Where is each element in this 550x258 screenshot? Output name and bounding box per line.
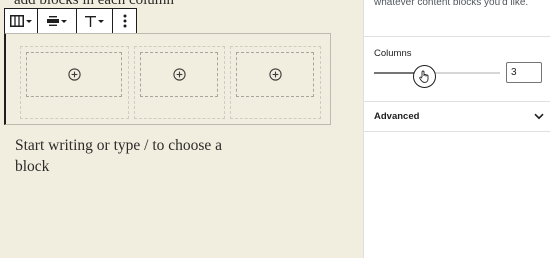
block-type-group bbox=[5, 9, 38, 33]
add-block-icon bbox=[172, 68, 186, 81]
alignment-group bbox=[38, 9, 77, 33]
columns-block[interactable] bbox=[4, 33, 331, 125]
columns-range-track[interactable] bbox=[374, 72, 500, 74]
columns-number-input[interactable] bbox=[506, 62, 542, 83]
chevron-down-icon bbox=[98, 19, 104, 23]
vertical-align-top-icon bbox=[85, 15, 96, 27]
add-block-icon bbox=[67, 68, 81, 81]
columns-range-thumb[interactable] bbox=[413, 65, 436, 88]
column-3-inserter[interactable] bbox=[236, 52, 314, 97]
align-button[interactable] bbox=[47, 9, 67, 33]
more-options-icon bbox=[123, 14, 126, 28]
advanced-label: Advanced bbox=[374, 111, 420, 122]
add-block-icon bbox=[268, 68, 282, 81]
vertical-align-group bbox=[77, 9, 113, 33]
default-block-appender[interactable]: Start writing or type / to choose a bloc… bbox=[15, 135, 230, 177]
divider bbox=[364, 36, 550, 37]
editor-canvas: add blocks in each column Start writing … bbox=[0, 0, 363, 258]
block-description: whatever content blocks you'd like. bbox=[374, 0, 529, 8]
more-options-button[interactable] bbox=[123, 9, 127, 33]
chevron-down-icon bbox=[534, 113, 544, 120]
options-group bbox=[113, 9, 136, 33]
chevron-down-icon bbox=[26, 19, 32, 23]
block-toolbar bbox=[4, 8, 137, 34]
vertical-align-button[interactable] bbox=[85, 9, 104, 33]
columns-label: Columns bbox=[374, 48, 412, 59]
settings-sidebar: whatever content blocks you'd like. Colu… bbox=[363, 0, 550, 258]
chevron-down-icon bbox=[61, 19, 67, 23]
column-2-inserter[interactable] bbox=[140, 52, 218, 97]
columns-icon bbox=[10, 15, 24, 27]
divider bbox=[364, 131, 550, 132]
hand-cursor-icon bbox=[419, 70, 429, 83]
column-1-inserter[interactable] bbox=[26, 52, 122, 97]
block-type-button[interactable] bbox=[10, 9, 32, 33]
align-center-icon bbox=[47, 16, 59, 26]
